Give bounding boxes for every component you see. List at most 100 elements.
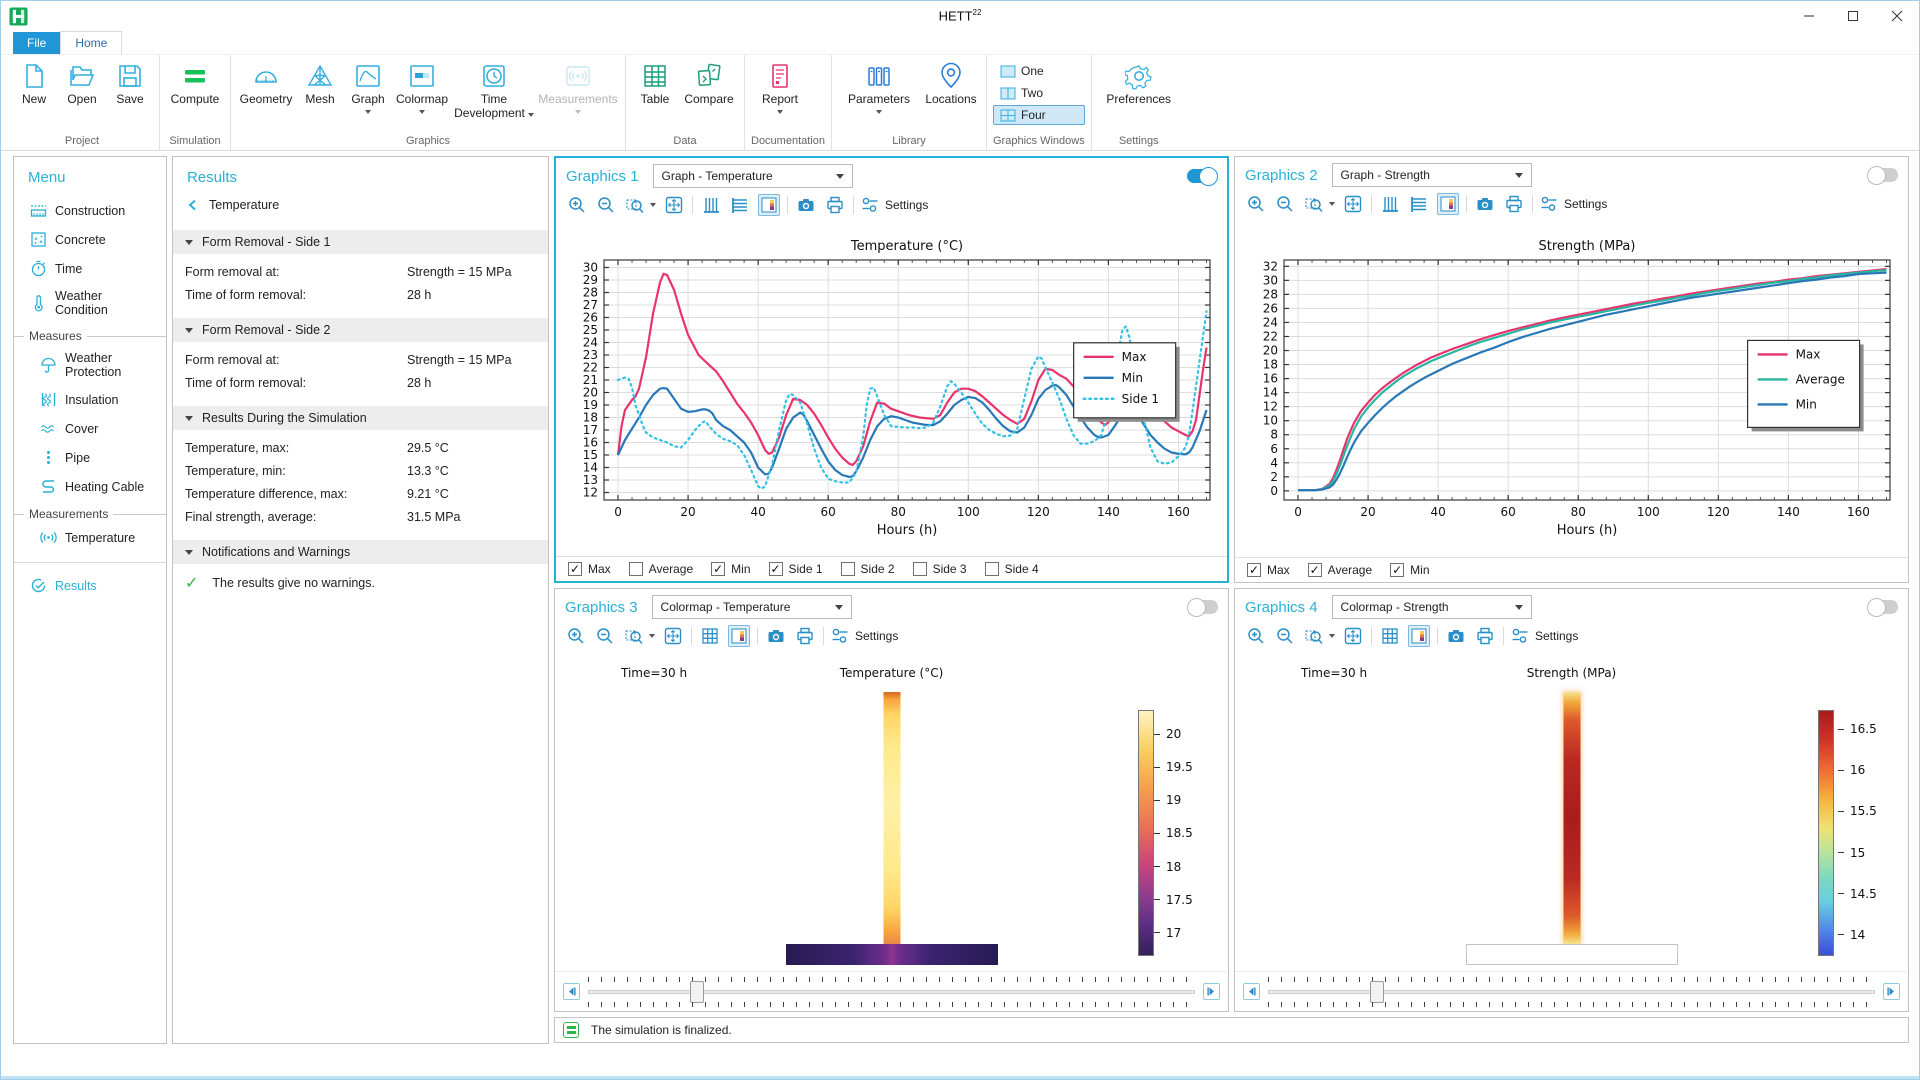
print-icon[interactable]: [794, 625, 816, 647]
zoom-out-icon[interactable]: [594, 625, 616, 647]
print-icon[interactable]: [824, 194, 846, 216]
compare-button[interactable]: Compare: [680, 59, 738, 107]
locations-button[interactable]: Locations: [922, 59, 980, 107]
zoom-options-arrow[interactable]: [650, 203, 656, 207]
compute-button[interactable]: Compute: [166, 59, 224, 107]
zoom-in-icon[interactable]: [1245, 625, 1267, 647]
save-button[interactable]: Save: [107, 59, 153, 107]
horizontal-gridlines-icon[interactable]: [1408, 193, 1430, 215]
windows-two-button[interactable]: Two: [993, 83, 1085, 103]
zoom-options-arrow[interactable]: [1329, 202, 1335, 206]
vertical-gridlines-icon[interactable]: [700, 194, 722, 216]
graphics-2-view-dropdown[interactable]: Graph - Strength: [1332, 163, 1532, 187]
checkbox-average[interactable]: ✓Average: [629, 562, 693, 576]
menu-item-insulation[interactable]: Insulation: [14, 385, 166, 414]
menu-item-heating-cable[interactable]: Heating Cable: [14, 472, 166, 501]
zoom-options-arrow[interactable]: [1329, 634, 1335, 638]
menu-item-weather-condition[interactable]: Weather Condition: [14, 283, 166, 323]
checkbox-average[interactable]: ✓Average: [1308, 563, 1372, 577]
checkbox-side-1[interactable]: ✓Side 1: [769, 562, 823, 576]
section-header-form-removal-side-2[interactable]: Form Removal - Side 2: [173, 318, 548, 342]
plot-settings-button[interactable]: Settings: [831, 625, 898, 647]
open-button[interactable]: Open: [59, 59, 105, 107]
time-slider-handle[interactable]: [690, 981, 704, 1003]
temperature-line-chart[interactable]: 1213141516171819202122232425262728293002…: [562, 234, 1222, 542]
plot-settings-button[interactable]: Settings: [1511, 625, 1578, 647]
zoom-out-icon[interactable]: [1274, 193, 1296, 215]
vertical-gridlines-icon[interactable]: [1379, 193, 1401, 215]
step-forward-button[interactable]: [1883, 983, 1900, 1000]
checkbox-min[interactable]: ✓Min: [711, 562, 750, 576]
snapshot-camera-icon[interactable]: [795, 194, 817, 216]
step-forward-button[interactable]: [1203, 983, 1220, 1000]
section-header-results-during-simulation[interactable]: Results During the Simulation: [173, 406, 548, 430]
graphics-4-toggle[interactable]: [1868, 600, 1898, 614]
zoom-in-icon[interactable]: [566, 194, 588, 216]
snapshot-camera-icon[interactable]: [765, 625, 787, 647]
graphics-1-view-dropdown[interactable]: Graph - Temperature: [653, 164, 853, 188]
parameters-button[interactable]: Parameters: [838, 59, 920, 114]
strength-line-chart[interactable]: 0246810121416182022242628303202040608010…: [1242, 234, 1902, 542]
checkbox-min[interactable]: ✓Min: [1390, 563, 1429, 577]
checkbox-side-4[interactable]: ✓Side 4: [985, 562, 1039, 576]
section-header-notifications-warnings[interactable]: Notifications and Warnings: [173, 540, 548, 564]
parameters-dropdown-arrow[interactable]: [876, 110, 882, 114]
report-dropdown-arrow[interactable]: [777, 110, 783, 114]
zoom-in-icon[interactable]: [1245, 193, 1267, 215]
checkbox-side-2[interactable]: ✓Side 2: [841, 562, 895, 576]
show-grid-icon[interactable]: [1379, 625, 1401, 647]
print-icon[interactable]: [1474, 625, 1496, 647]
menu-item-results[interactable]: Results: [14, 571, 166, 600]
menu-item-weather-protection[interactable]: Weather Protection: [14, 345, 166, 385]
zoom-out-icon[interactable]: [595, 194, 617, 216]
new-button[interactable]: New: [11, 59, 57, 107]
mesh-button[interactable]: Mesh: [297, 59, 343, 107]
fit-view-icon[interactable]: [662, 625, 684, 647]
show-colorbar-icon[interactable]: [1408, 625, 1430, 647]
snapshot-camera-icon[interactable]: [1445, 625, 1467, 647]
zoom-in-icon[interactable]: [565, 625, 587, 647]
graphics-2-toggle[interactable]: [1868, 168, 1898, 182]
menu-item-cover[interactable]: Cover: [14, 414, 166, 443]
plot-settings-button[interactable]: Settings: [1540, 193, 1607, 215]
zoom-options-arrow[interactable]: [649, 634, 655, 638]
checkbox-max[interactable]: ✓Max: [568, 562, 611, 576]
colormap-button[interactable]: Colormap: [393, 59, 451, 114]
windows-four-button[interactable]: Four: [993, 105, 1085, 125]
tab-file[interactable]: File: [13, 32, 60, 54]
menu-item-time[interactable]: Time: [14, 254, 166, 283]
report-button[interactable]: Report: [751, 59, 809, 114]
show-grid-icon[interactable]: [699, 625, 721, 647]
snapshot-camera-icon[interactable]: [1474, 193, 1496, 215]
horizontal-gridlines-icon[interactable]: [729, 194, 751, 216]
graphics-3-view-dropdown[interactable]: Colormap - Temperature: [652, 595, 852, 619]
windows-one-button[interactable]: One: [993, 61, 1085, 81]
checkbox-side-3[interactable]: ✓Side 3: [913, 562, 967, 576]
menu-item-temperature[interactable]: Temperature: [14, 523, 166, 552]
menu-item-pipe[interactable]: Pipe: [14, 443, 166, 472]
graphics-4-view-dropdown[interactable]: Colormap - Strength: [1332, 595, 1532, 619]
zoom-region-icon[interactable]: [623, 625, 645, 647]
show-colorbar-icon[interactable]: [758, 194, 780, 216]
tab-home[interactable]: Home: [60, 31, 122, 54]
time-slider-handle[interactable]: [1370, 981, 1384, 1003]
fit-view-icon[interactable]: [663, 194, 685, 216]
table-button[interactable]: Table: [632, 59, 678, 107]
graph-button[interactable]: Graph: [345, 59, 391, 114]
graphics-1-toggle[interactable]: [1187, 169, 1217, 183]
zoom-region-icon[interactable]: [1303, 193, 1325, 215]
time-slider[interactable]: [1268, 975, 1875, 1009]
geometry-button[interactable]: Geometry: [237, 59, 295, 107]
plot-settings-button[interactable]: Settings: [861, 194, 928, 216]
print-icon[interactable]: [1503, 193, 1525, 215]
step-back-button[interactable]: [1243, 983, 1260, 1000]
time-development-button[interactable]: Time Development: [453, 59, 535, 121]
strength-colormap-figure[interactable]: Time=30 h Strength (MPa) 16.5 16 15.5 15…: [1235, 650, 1908, 971]
graph-dropdown-arrow[interactable]: [365, 110, 371, 114]
fit-view-icon[interactable]: [1342, 625, 1364, 647]
preferences-button[interactable]: Preferences: [1098, 59, 1180, 107]
time-slider[interactable]: [588, 975, 1195, 1009]
zoom-out-icon[interactable]: [1274, 625, 1296, 647]
menu-item-construction[interactable]: Construction: [14, 196, 166, 225]
colormap-dropdown-arrow[interactable]: [419, 110, 425, 114]
